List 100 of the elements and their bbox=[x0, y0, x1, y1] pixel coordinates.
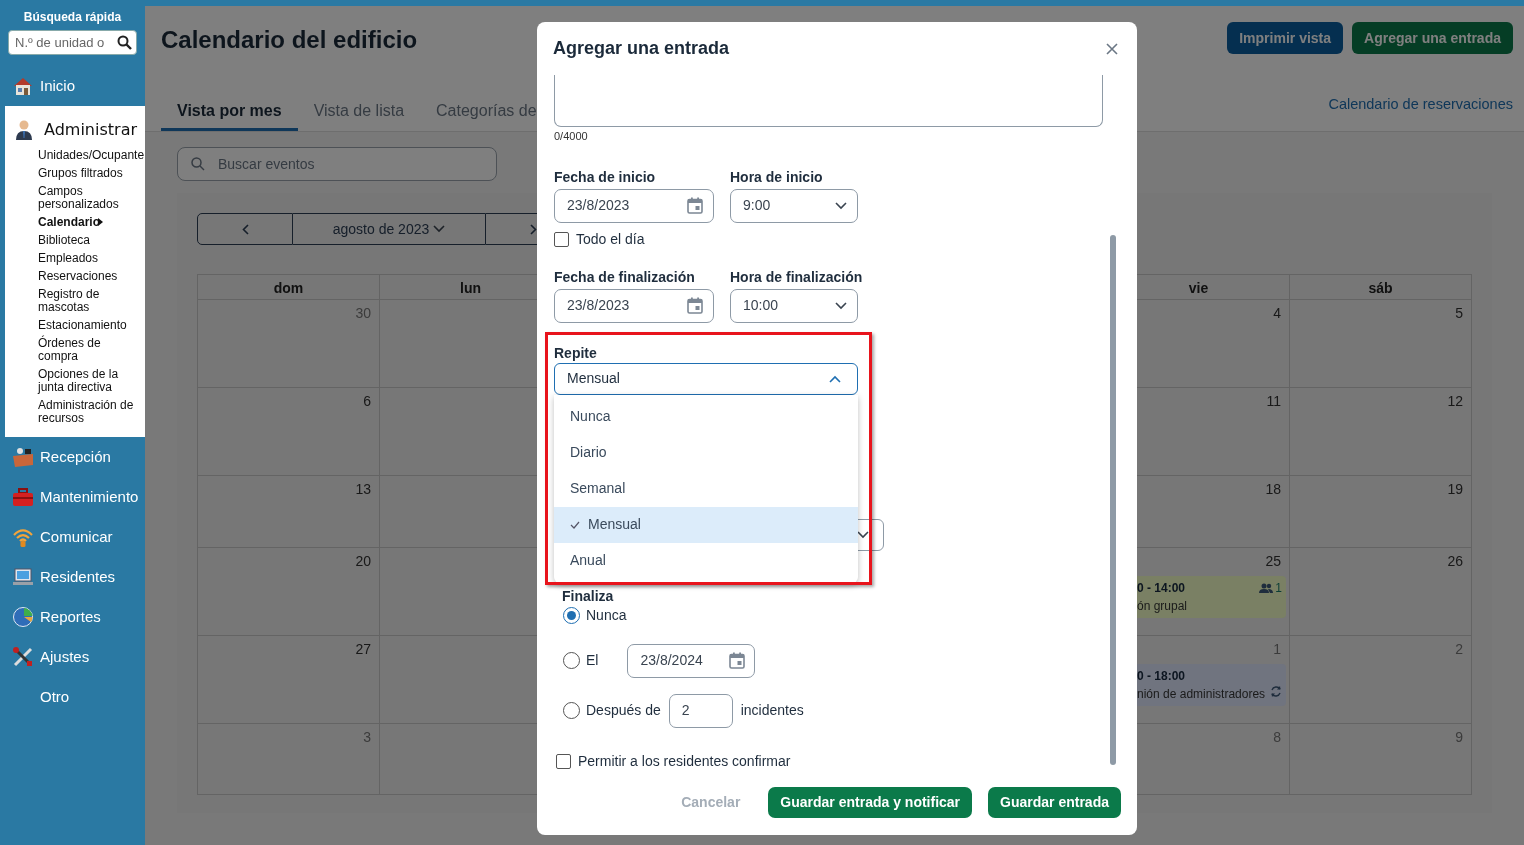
quick-search-title: Búsqueda rápida bbox=[22, 9, 123, 26]
day-number: 5 bbox=[1455, 304, 1463, 323]
nav-item[interactable]: Inicio bbox=[0, 66, 145, 106]
date-field[interactable]: 23/8/2023 bbox=[554, 288, 714, 323]
weekday-header: vie bbox=[1188, 279, 1209, 298]
quick-search-field[interactable]: N.º de unidad o bbox=[8, 30, 137, 55]
checkbox-label: Todo el día bbox=[576, 230, 645, 249]
field-label: Fecha de inicio bbox=[554, 167, 657, 186]
tools-icon bbox=[12, 646, 34, 668]
event-time: 0 - 14:00 bbox=[1137, 580, 1187, 597]
dropdown-option[interactable]: Semanal bbox=[554, 470, 858, 507]
checkbox[interactable] bbox=[556, 754, 571, 769]
wifi-icon bbox=[12, 526, 34, 548]
attendee-count: 1 bbox=[1275, 580, 1282, 597]
nav-subitem[interactable]: Opciones de la junta directiva bbox=[38, 365, 134, 396]
month-picker[interactable]: agosto de 2023 bbox=[293, 213, 485, 245]
radio-label: El bbox=[586, 651, 599, 670]
nav-subitem[interactable]: Administración de recursos bbox=[38, 396, 134, 427]
day-number: 27 bbox=[355, 640, 371, 659]
checkbox-label: Permitir a los residentes confirmar bbox=[578, 752, 791, 771]
field-label: Fecha de finalización bbox=[554, 267, 696, 286]
day-number: 19 bbox=[1447, 480, 1463, 499]
chevron-down-icon bbox=[835, 201, 847, 210]
nav-subitem[interactable]: Estacionamiento bbox=[38, 316, 127, 334]
chevron-up-icon bbox=[829, 374, 841, 383]
house-icon bbox=[12, 75, 34, 97]
scrollbar[interactable] bbox=[1110, 235, 1116, 765]
weekday-header: sáb bbox=[1368, 279, 1393, 298]
event-title: ón grupal bbox=[1137, 598, 1188, 615]
day-number: 13 bbox=[355, 480, 371, 499]
nav-subitem[interactable]: Biblioteca bbox=[38, 231, 91, 249]
count-suffix: incidentes bbox=[740, 701, 804, 720]
radio-label: Después de bbox=[586, 701, 661, 720]
calendar-icon[interactable] bbox=[687, 197, 703, 214]
day-number: 4 bbox=[1273, 304, 1281, 323]
date-field[interactable]: 23/8/2023 bbox=[554, 188, 714, 223]
nav-item[interactable]: Residentes bbox=[0, 557, 145, 597]
event-title: nión de administradores bbox=[1137, 686, 1266, 703]
close-icon[interactable] bbox=[1106, 42, 1118, 55]
day-number: 6 bbox=[363, 392, 371, 411]
nav-subitem[interactable]: Reservaciones bbox=[38, 267, 118, 285]
dropdown-option[interactable]: Diario bbox=[554, 434, 858, 471]
dialog-title: Agregar una entrada bbox=[553, 37, 730, 60]
nav-subitem[interactable]: Grupos filtrados bbox=[38, 164, 123, 182]
save-button[interactable]: Guardar entrada y notificar bbox=[768, 787, 973, 818]
time-select[interactable]: 10:00 bbox=[730, 288, 858, 323]
repeat-icon bbox=[1270, 685, 1282, 698]
repeat-select[interactable]: Mensual bbox=[554, 362, 858, 395]
nav-subitem[interactable]: Unidades/Ocupante bbox=[38, 146, 145, 164]
weekday-header: dom bbox=[273, 279, 304, 298]
day-number: 3 bbox=[363, 728, 371, 747]
dropdown-option[interactable]: Mensual bbox=[554, 506, 858, 543]
laptop-icon bbox=[12, 566, 34, 588]
day-number: 12 bbox=[1447, 392, 1463, 411]
nav-item[interactable]: Otro bbox=[0, 677, 145, 717]
nav-item[interactable]: Recepción bbox=[0, 437, 145, 477]
dropdown-option[interactable]: Anual bbox=[554, 542, 858, 579]
nav-item[interactable]: Ajustes bbox=[0, 637, 145, 677]
nav-subitem[interactable]: Empleados bbox=[38, 249, 99, 267]
event-search-field[interactable]: Buscar eventos bbox=[177, 147, 497, 181]
person-icon bbox=[13, 119, 35, 141]
count-field[interactable]: 2 bbox=[668, 693, 733, 728]
nav-subitem[interactable]: Órdenes de compra bbox=[38, 334, 134, 365]
date-field[interactable]: 23/8/2024 bbox=[627, 643, 756, 678]
field-label: Repite bbox=[554, 343, 598, 361]
day-number: 8 bbox=[1273, 728, 1281, 747]
day-number: 25 bbox=[1265, 552, 1281, 571]
calendar-icon[interactable] bbox=[729, 652, 746, 669]
radio-label: Nunca bbox=[586, 606, 627, 625]
chevron-left-icon bbox=[241, 223, 249, 235]
nav-subitem[interactable]: Campos personalizados bbox=[38, 182, 134, 213]
save-button[interactable]: Guardar entrada bbox=[988, 787, 1121, 818]
field-label: Finaliza bbox=[562, 587, 615, 604]
dropdown-option[interactable]: Nunca bbox=[554, 398, 858, 435]
previous-month-button[interactable] bbox=[197, 213, 293, 245]
day-number: 18 bbox=[1265, 480, 1281, 499]
time-select[interactable]: 9:00 bbox=[730, 188, 858, 223]
day-number: 30 bbox=[355, 304, 371, 323]
search-icon[interactable] bbox=[117, 35, 132, 50]
day-number: 26 bbox=[1447, 552, 1463, 571]
nav-item[interactable]: Mantenimiento bbox=[0, 477, 145, 517]
nav-subitem[interactable]: Registro de mascotas bbox=[38, 285, 134, 316]
chevron-down-icon bbox=[835, 301, 847, 310]
description-textarea[interactable] bbox=[554, 75, 1103, 127]
chevron-down-icon bbox=[433, 225, 446, 233]
check-icon bbox=[570, 520, 580, 529]
weekday-header: lun bbox=[460, 279, 481, 298]
event-time: 0 - 18:00 bbox=[1137, 668, 1187, 685]
toolbox-icon bbox=[12, 486, 34, 508]
field-label: Hora de inicio bbox=[730, 167, 824, 186]
chevron-down-icon bbox=[857, 530, 869, 539]
nav-item[interactable]: Comunicar bbox=[0, 517, 145, 557]
nav-item[interactable]: Reportes bbox=[0, 597, 145, 637]
nav-section-header[interactable]: Administrar bbox=[5, 118, 145, 142]
calendar-icon[interactable] bbox=[687, 297, 703, 314]
desk-icon bbox=[12, 446, 34, 468]
day-number: 11 bbox=[1266, 392, 1281, 411]
search-icon bbox=[191, 157, 205, 171]
checkbox[interactable] bbox=[554, 232, 569, 247]
day-number: 20 bbox=[355, 552, 371, 571]
